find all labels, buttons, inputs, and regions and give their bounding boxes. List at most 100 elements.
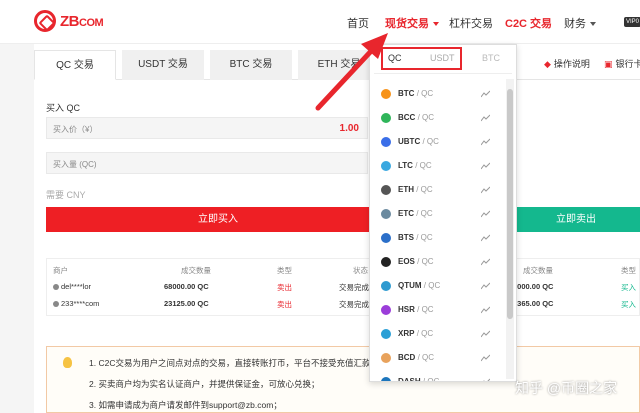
quote-currency: / QC [422, 137, 439, 146]
line-chart-icon[interactable] [481, 186, 490, 194]
coin-row[interactable]: BTC / QC [370, 83, 508, 107]
line-chart-icon[interactable] [481, 210, 490, 218]
coin-row[interactable]: BCD / QC [370, 347, 508, 371]
trade-status: 交易完成 [339, 300, 369, 309]
merchant-name: 233****com [61, 299, 100, 308]
coin-symbol: BTC [398, 89, 415, 98]
price-input[interactable]: 买入价（¥） 1.00 [46, 117, 368, 139]
line-chart-icon[interactable] [481, 306, 490, 314]
nav-home[interactable]: 首页 [347, 15, 369, 31]
quote-currency: / QC [417, 257, 434, 266]
bcd-icon [381, 353, 391, 363]
coin-row[interactable]: BTS / QC [370, 227, 508, 251]
line-chart-icon[interactable] [481, 258, 490, 266]
price-value: 1.00 [339, 123, 359, 134]
nav-spot-trading[interactable]: 现货交易 [385, 15, 439, 31]
coin-symbol: QTUM [398, 281, 422, 290]
quote-currency: / QC [417, 113, 435, 122]
nav-c2c-trading[interactable]: C2C 交易 [505, 15, 552, 31]
line-chart-icon[interactable] [481, 114, 490, 122]
line-chart-icon[interactable] [481, 90, 490, 98]
quote-currency: / QC [423, 281, 441, 290]
tab-qc[interactable]: QC 交易 [34, 50, 116, 80]
sell-now-button[interactable]: 立即卖出 [512, 207, 640, 232]
coin-symbol: DASH [398, 377, 421, 382]
coin-symbol: UBTC [398, 137, 421, 146]
trade-amount: 68000.00 QC [164, 282, 209, 291]
line-chart-icon[interactable] [481, 330, 490, 338]
ubtc-icon [381, 137, 391, 147]
header-type-right: 类型 [621, 266, 636, 275]
spot-market-dropdown: QC USDT BTC BTC / QC BCC / QC UBTC / QC LTC… [369, 44, 517, 382]
top-header: ZBCOM 首页 现货交易 杠杆交易 C2C 交易 财务 VIP0 [0, 0, 640, 44]
dash-icon [381, 377, 391, 381]
price-placeholder: 买入价（¥） [53, 125, 98, 134]
chevron-down-icon [433, 22, 439, 27]
quote-currency: / QC [416, 329, 434, 338]
coin-row[interactable]: UBTC / QC [370, 131, 508, 155]
coin-row[interactable]: LTC / QC [370, 155, 508, 179]
nav-margin-trading[interactable]: 杠杆交易 [449, 15, 493, 31]
bcc-icon [381, 113, 391, 123]
nav-finance[interactable]: 财务 [564, 15, 596, 31]
ltc-icon [381, 161, 391, 171]
quote-currency: / QC [422, 377, 440, 382]
line-chart-icon[interactable] [481, 138, 490, 146]
coin-symbol: ETH [398, 185, 414, 194]
coin-row[interactable]: EOS / QC [370, 251, 508, 275]
main-nav: 首页 现货交易 杠杆交易 C2C 交易 财务 [0, 15, 640, 31]
line-chart-icon[interactable] [481, 378, 490, 382]
coin-row[interactable]: XRP / QC [370, 323, 508, 347]
divider [374, 73, 512, 74]
line-chart-icon[interactable] [481, 234, 490, 242]
quote-currency: / QC [416, 209, 433, 218]
buy-now-button[interactable]: 立即买入 [46, 207, 390, 232]
eth-icon [381, 185, 391, 195]
amount-input[interactable]: 买入量 (QC) [46, 152, 368, 174]
notice-line: 3. 如需申请成为商户请发邮件到support@zb.com； [89, 400, 282, 410]
amount-placeholder: 买入量 (QC) [53, 160, 97, 169]
dropdown-tab-btc[interactable]: BTC [482, 53, 500, 63]
line-chart-icon[interactable] [481, 162, 490, 170]
trade-amount-right: 2365.00 QC [513, 299, 554, 308]
coin-row[interactable]: ETH / QC [370, 179, 508, 203]
line-chart-icon[interactable] [481, 354, 490, 362]
notice-line: 2. 买卖商户均为实名认证商户，并提供保证金，可放心兑换； [89, 379, 320, 389]
xrp-icon [381, 329, 391, 339]
tab-usdt[interactable]: USDT 交易 [122, 50, 204, 80]
coin-symbol: EOS [398, 257, 415, 266]
header-type: 类型 [277, 266, 292, 275]
coin-symbol: LTC [398, 161, 413, 170]
qtum-icon [381, 281, 391, 291]
dropdown-scrollbar[interactable] [506, 79, 514, 379]
scroll-thumb[interactable] [507, 89, 513, 319]
coin-symbol: BTS [398, 233, 414, 242]
card-icon: ▣ [604, 59, 613, 69]
bank-card-link[interactable]: ▣ 银行卡 [604, 57, 640, 70]
header-amount: 成交数量 [181, 266, 211, 275]
guide-link[interactable]: ◆ 操作说明 [544, 57, 590, 70]
coin-row[interactable]: BCC / QC [370, 107, 508, 131]
annotation-highlight-box [381, 47, 462, 70]
merchant-name: del****lor [61, 282, 92, 291]
trade-type-right: 买入 [621, 300, 636, 309]
coin-symbol: BCC [398, 113, 416, 122]
lightbulb-icon [63, 357, 72, 368]
line-chart-icon[interactable] [481, 282, 490, 290]
quote-currency: / QC [416, 185, 433, 194]
tab-btc[interactable]: BTC 交易 [210, 50, 292, 80]
hsr-icon [381, 305, 391, 315]
coin-row[interactable]: QTUM / QC [370, 275, 508, 299]
coin-row[interactable]: HSR / QC [370, 299, 508, 323]
coin-row[interactable]: DASH / QC [370, 371, 508, 382]
coin-row[interactable]: ETC / QC [370, 203, 508, 227]
trade-status: 交易完成 [339, 283, 369, 292]
coin-symbol: HSR [398, 305, 415, 314]
quote-currency: / QC [417, 305, 434, 314]
trade-amount-right: 8000.00 QC [513, 282, 554, 291]
notice-line: 1. C2C交易为用户之间点对点的交易，直接转账打币，平台不接受充值汇款； [89, 358, 379, 368]
trade-amount: 23125.00 QC [164, 299, 209, 308]
header-merchant: 商户 [53, 266, 68, 275]
tab-eth[interactable]: ETH 交易 [298, 50, 380, 80]
vip-badge[interactable]: VIP0 [624, 17, 640, 27]
